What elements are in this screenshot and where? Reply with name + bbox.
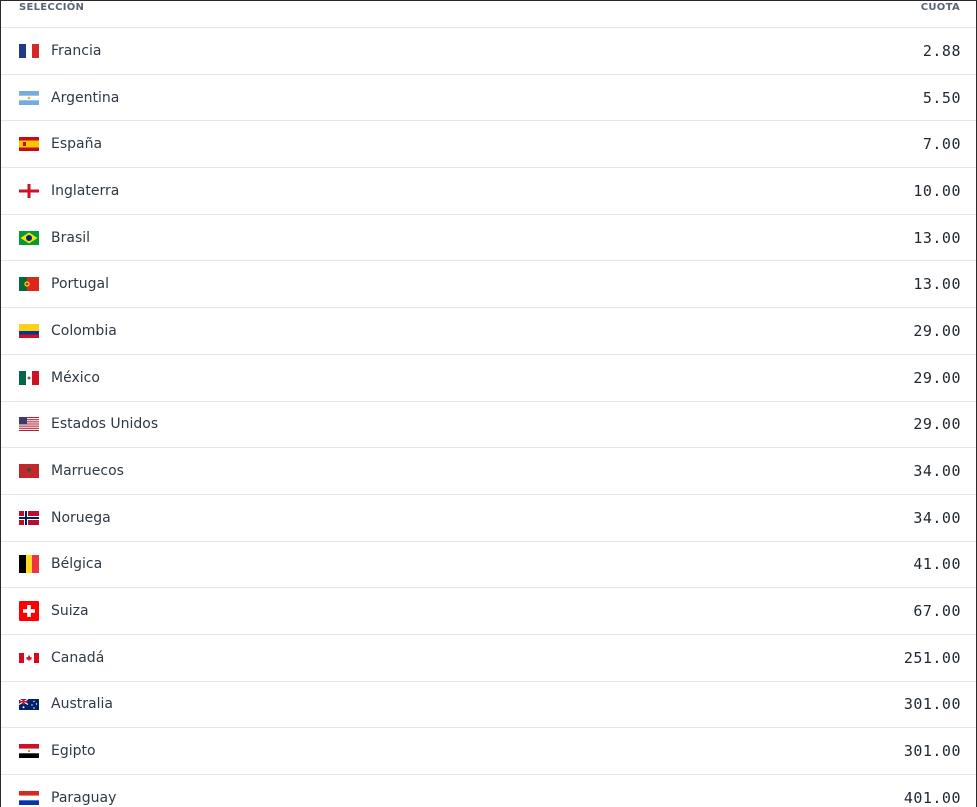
team-name: Bélgica xyxy=(51,556,103,573)
table-row[interactable]: Brasil 13.00 xyxy=(1,215,976,262)
odds-value[interactable]: 29.00 xyxy=(913,369,961,387)
team-name: Estados Unidos xyxy=(51,416,159,433)
odds-value[interactable]: 13.00 xyxy=(913,229,961,247)
odds-value[interactable]: 67.00 xyxy=(913,602,961,620)
odds-value[interactable]: 401.00 xyxy=(904,789,961,807)
team-name: Egipto xyxy=(51,743,96,760)
table-header: SELECCIÓN CUOTA xyxy=(1,1,976,28)
colombia-flag-icon xyxy=(19,323,39,338)
norway-flag-icon xyxy=(19,510,39,525)
table-row[interactable]: Paraguay 401.00 xyxy=(1,775,976,807)
table-row[interactable]: Marruecos 34.00 xyxy=(1,448,976,495)
table-row[interactable]: Australia 301.00 xyxy=(1,682,976,729)
england-flag-icon xyxy=(19,183,39,198)
belgium-flag-icon xyxy=(19,555,39,574)
odds-value[interactable]: 301.00 xyxy=(904,742,961,760)
morocco-flag-icon xyxy=(19,464,39,479)
team-name: Portugal xyxy=(51,276,109,293)
team-name: Brasil xyxy=(51,229,91,246)
odds-value[interactable]: 10.00 xyxy=(913,182,961,200)
odds-value[interactable]: 29.00 xyxy=(913,322,961,340)
table-row[interactable]: Suiza 67.00 xyxy=(1,588,976,635)
odds-value[interactable]: 251.00 xyxy=(904,649,961,667)
table-row[interactable]: España 7.00 xyxy=(1,121,976,169)
team-name: España xyxy=(51,136,103,153)
table-row[interactable]: Argentina 5.50 xyxy=(1,75,976,122)
table-row[interactable]: Noruega 34.00 xyxy=(1,495,976,542)
team-name: Australia xyxy=(51,696,113,713)
table-row[interactable]: Inglaterra 10.00 xyxy=(1,168,976,215)
table-row[interactable]: Francia 2.88 xyxy=(1,28,976,75)
table-row[interactable]: Bélgica 41.00 xyxy=(1,542,976,589)
brazil-flag-icon xyxy=(19,230,39,245)
odds-value[interactable]: 2.88 xyxy=(923,42,961,60)
egypt-flag-icon xyxy=(19,744,39,759)
table-row[interactable]: México 29.00 xyxy=(1,355,976,402)
team-name: México xyxy=(51,369,100,386)
table-row[interactable]: Egipto 301.00 xyxy=(1,728,976,775)
team-name: Argentina xyxy=(51,89,120,106)
paraguay-flag-icon xyxy=(19,790,39,805)
odds-value[interactable]: 301.00 xyxy=(904,695,961,713)
odds-value[interactable]: 41.00 xyxy=(913,555,961,573)
france-flag-icon xyxy=(19,43,39,58)
team-name: Suiza xyxy=(51,603,89,620)
table-row[interactable]: Colombia 29.00 xyxy=(1,308,976,355)
portugal-flag-icon xyxy=(19,277,39,292)
spain-flag-icon xyxy=(19,137,39,152)
switzerland-flag-icon xyxy=(19,601,39,622)
australia-flag-icon xyxy=(19,698,39,710)
team-name: Inglaterra xyxy=(51,182,120,199)
odds-value[interactable]: 7.00 xyxy=(923,135,961,153)
odds-value[interactable]: 13.00 xyxy=(913,275,961,293)
odds-column-header: CUOTA xyxy=(920,2,960,13)
team-name: Canadá xyxy=(51,649,105,666)
team-name: Paraguay xyxy=(51,789,117,806)
argentina-flag-icon xyxy=(19,90,39,105)
team-name: Colombia xyxy=(51,322,117,339)
odds-table: SELECCIÓN CUOTA Francia 2.88 Argentina 5… xyxy=(0,0,977,807)
odds-value[interactable]: 34.00 xyxy=(913,509,961,527)
team-name: Noruega xyxy=(51,509,111,526)
table-row[interactable]: Portugal 13.00 xyxy=(1,261,976,309)
mexico-flag-icon xyxy=(19,370,39,385)
selection-column-header: SELECCIÓN xyxy=(19,2,85,13)
odds-value[interactable]: 29.00 xyxy=(913,415,961,433)
usa-flag-icon xyxy=(19,417,39,432)
team-name: Marruecos xyxy=(51,463,124,480)
canada-flag-icon xyxy=(19,652,39,663)
odds-value[interactable]: 5.50 xyxy=(923,89,961,107)
odds-value[interactable]: 34.00 xyxy=(913,462,961,480)
team-name: Francia xyxy=(51,42,102,59)
table-row[interactable]: Estados Unidos 29.00 xyxy=(1,402,976,449)
table-row[interactable]: Canadá 251.00 xyxy=(1,635,976,682)
